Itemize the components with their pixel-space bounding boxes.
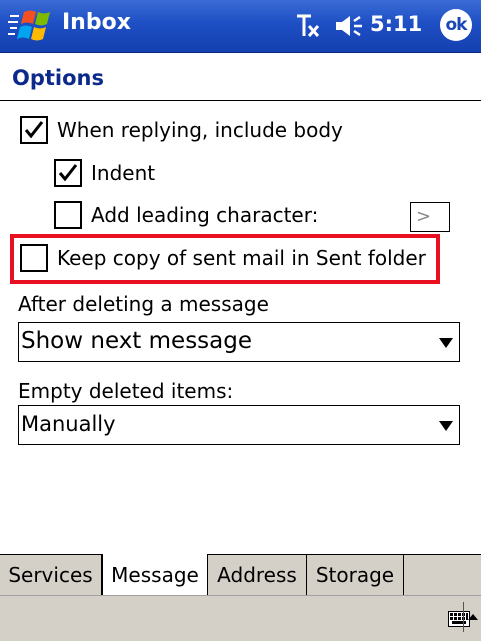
app-title: Inbox (62, 10, 131, 35)
tab-bar: Services Message Address Storage (0, 554, 481, 596)
tab-services[interactable]: Services (0, 555, 102, 595)
leading-char-label: Add leading character: (91, 203, 319, 227)
highlight-box (10, 234, 440, 284)
sip-divider (463, 602, 464, 632)
tab-address[interactable]: Address (208, 555, 307, 595)
input-panel-arrow-icon[interactable] (468, 612, 478, 622)
after-delete-label: After deleting a message (18, 292, 269, 316)
include-body-checkbox[interactable] (20, 116, 48, 144)
checkmark-icon (58, 164, 78, 182)
page-title: Options (12, 66, 104, 90)
empty-deleted-value: Manually (21, 412, 116, 436)
indent-option[interactable]: Indent (54, 159, 155, 187)
keyboard-icon[interactable] (448, 609, 470, 629)
leading-char-checkbox[interactable] (54, 201, 82, 229)
empty-deleted-dropdown[interactable]: Manually (18, 405, 460, 445)
windows-start-icon[interactable] (8, 6, 58, 46)
signal-off-icon[interactable] (294, 13, 322, 39)
leading-char-input[interactable]: > (410, 202, 450, 232)
include-body-label: When replying, include body (57, 118, 343, 142)
dropdown-arrow-icon[interactable] (439, 338, 453, 348)
after-delete-dropdown[interactable]: Show next message (18, 322, 460, 362)
clock[interactable]: 5:11 (370, 12, 422, 36)
ok-button[interactable]: ok (440, 9, 472, 41)
title-bar: Inbox 5:11 ok (0, 0, 481, 53)
indent-label: Indent (91, 161, 156, 185)
leading-char-option[interactable]: Add leading character: (54, 201, 318, 229)
indent-checkbox[interactable] (54, 159, 82, 187)
include-body-option[interactable]: When replying, include body (20, 116, 343, 144)
dropdown-arrow-icon[interactable] (439, 421, 453, 431)
tab-storage[interactable]: Storage (307, 555, 404, 595)
empty-deleted-label: Empty deleted items: (18, 379, 234, 403)
heading-divider (0, 100, 481, 101)
speaker-icon[interactable] (334, 13, 364, 39)
menu-bar (0, 595, 481, 641)
checkmark-icon (24, 121, 44, 139)
tab-message[interactable]: Message (102, 554, 208, 596)
after-delete-value: Show next message (21, 328, 252, 354)
